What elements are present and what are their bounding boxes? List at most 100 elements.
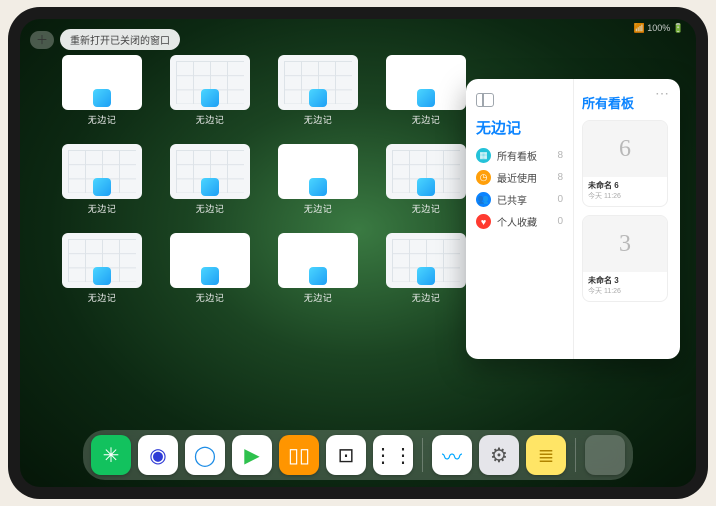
window-label: 无边记 bbox=[304, 291, 333, 304]
grid-icon: ▦ bbox=[476, 148, 491, 163]
dock-app-wechat[interactable]: ✳ bbox=[91, 435, 131, 475]
status-bar: 📶 100% 🔋 bbox=[634, 23, 684, 34]
reopen-closed-window-button[interactable]: 重新打开已关闭的窗口 bbox=[60, 29, 180, 50]
window-label: 无边记 bbox=[88, 202, 117, 215]
sidebar-item-count: 0 bbox=[557, 216, 563, 227]
sidebar-item[interactable]: ◷ 最近使用 8 bbox=[476, 170, 563, 185]
sidebar-item-count: 8 bbox=[557, 172, 563, 183]
window-thumbnail[interactable]: 无边记 bbox=[386, 233, 466, 304]
wechat-icon: ✳ bbox=[103, 443, 120, 468]
window-preview bbox=[170, 233, 250, 288]
quark-icon: ◉ bbox=[149, 443, 166, 468]
window-label: 无边记 bbox=[304, 202, 333, 215]
ai-app-icon: ⋮⋮ bbox=[373, 443, 413, 468]
window-thumbnail[interactable]: 无边记 bbox=[170, 144, 250, 215]
sidebar-item-count: 0 bbox=[557, 194, 563, 205]
freeform-icon: 〰 bbox=[442, 441, 462, 470]
board-thumbnail: 6 bbox=[583, 121, 667, 177]
people-icon: 👥 bbox=[476, 192, 491, 207]
window-preview bbox=[170, 55, 250, 110]
window-preview bbox=[278, 144, 358, 199]
window-thumbnail[interactable]: 无边记 bbox=[278, 233, 358, 304]
top-bar: ＋ 重新打开已关闭的窗口 bbox=[30, 29, 180, 50]
sidebar-item-label: 最近使用 bbox=[497, 170, 537, 185]
books-icon: ▯▯ bbox=[288, 443, 310, 468]
window-thumbnail[interactable]: 无边记 bbox=[278, 144, 358, 215]
board-name: 未命名 6 bbox=[588, 180, 662, 191]
window-thumbnail[interactable]: 无边记 bbox=[62, 233, 142, 304]
window-preview bbox=[62, 144, 142, 199]
board-card[interactable]: 3 未命名 3今天 11:26 bbox=[582, 215, 668, 302]
sidebar-item[interactable]: ▦ 所有看板 8 bbox=[476, 148, 563, 163]
window-thumbnail[interactable]: 无边记 bbox=[170, 55, 250, 126]
sidebar-item-label: 已共享 bbox=[497, 192, 527, 207]
window-preview bbox=[62, 55, 142, 110]
dock-app-dice[interactable]: ⊡ bbox=[326, 435, 366, 475]
settings-icon: ⚙ bbox=[490, 443, 508, 468]
panel-app-icon bbox=[476, 93, 494, 107]
window-preview bbox=[278, 55, 358, 110]
sidebar-item-count: 8 bbox=[557, 150, 563, 161]
board-time: 今天 11:26 bbox=[588, 286, 662, 296]
dock-app-ai-app[interactable]: ⋮⋮ bbox=[373, 435, 413, 475]
status-text: 📶 100% 🔋 bbox=[634, 23, 684, 33]
ipad-device: 📶 100% 🔋 ＋ 重新打开已关闭的窗口 无边记无边记无边记无边记无边记无边记… bbox=[8, 7, 708, 499]
panel-sidebar: 无边记 ▦ 所有看板 8 ◷ 最近使用 8 👥 已共享 0 ♥ 个人收藏 0 bbox=[466, 79, 573, 359]
window-preview bbox=[386, 233, 466, 288]
screen: 📶 100% 🔋 ＋ 重新打开已关闭的窗口 无边记无边记无边记无边记无边记无边记… bbox=[20, 19, 696, 487]
window-label: 无边记 bbox=[412, 202, 441, 215]
video-icon: ▶ bbox=[244, 443, 259, 468]
window-label: 无边记 bbox=[196, 291, 225, 304]
window-label: 无边记 bbox=[88, 113, 117, 126]
window-thumbnail[interactable]: 无边记 bbox=[278, 55, 358, 126]
dock-app-notes[interactable]: ≣ bbox=[526, 435, 566, 475]
dock-app-freeform[interactable]: 〰 bbox=[432, 435, 472, 475]
sidebar-item[interactable]: 👥 已共享 0 bbox=[476, 192, 563, 207]
dock: ✳ ◉ ◯ ▶ ▯▯ ⊡ ⋮⋮ 〰 ⚙ ≣ bbox=[83, 430, 633, 480]
heart-icon: ♥ bbox=[476, 214, 491, 229]
window-thumbnail[interactable]: 无边记 bbox=[170, 233, 250, 304]
dock-app-quark[interactable]: ◉ bbox=[138, 435, 178, 475]
window-label: 无边记 bbox=[196, 113, 225, 126]
notes-icon: ≣ bbox=[538, 443, 555, 468]
sidebar-item-label: 所有看板 bbox=[497, 148, 537, 163]
app-library-icon[interactable] bbox=[585, 435, 625, 475]
panel-title: 无边记 bbox=[476, 117, 563, 138]
dock-separator bbox=[422, 438, 423, 472]
window-preview bbox=[386, 144, 466, 199]
window-thumbnail[interactable]: 无边记 bbox=[386, 55, 466, 126]
window-thumbnail[interactable]: 无边记 bbox=[62, 144, 142, 215]
dock-app-settings[interactable]: ⚙ bbox=[479, 435, 519, 475]
freeform-panel[interactable]: 无边记 ▦所有看板8◷最近使用8👥已共享0♥个人收藏0 所有看板 6未命名 6今… bbox=[466, 79, 680, 359]
board-time: 今天 11:26 bbox=[588, 191, 662, 201]
window-preview bbox=[386, 55, 466, 110]
qqbrowser-icon: ◯ bbox=[194, 443, 216, 468]
window-label: 无边记 bbox=[412, 291, 441, 304]
window-preview bbox=[62, 233, 142, 288]
new-window-button[interactable]: ＋ bbox=[30, 31, 54, 49]
dock-app-books[interactable]: ▯▯ bbox=[279, 435, 319, 475]
clock-icon: ◷ bbox=[476, 170, 491, 185]
sidebar-item-label: 个人收藏 bbox=[497, 214, 537, 229]
board-thumbnail: 3 bbox=[583, 216, 667, 272]
dock-separator bbox=[575, 438, 576, 472]
window-thumbnail[interactable]: 无边记 bbox=[62, 55, 142, 126]
panel-content: 所有看板 6未命名 6今天 11:263未命名 3今天 11:26 bbox=[573, 79, 680, 359]
expose-stage: 无边记无边记无边记无边记无边记无边记无边记无边记无边记无边记无边记无边记 bbox=[62, 55, 446, 417]
window-preview bbox=[278, 233, 358, 288]
board-card[interactable]: 6 未命名 6今天 11:26 bbox=[582, 120, 668, 207]
panel-content-title: 所有看板 bbox=[582, 93, 672, 112]
window-label: 无边记 bbox=[304, 113, 333, 126]
dice-icon: ⊡ bbox=[338, 443, 355, 468]
window-preview bbox=[170, 144, 250, 199]
window-label: 无边记 bbox=[196, 202, 225, 215]
window-thumbnail[interactable]: 无边记 bbox=[386, 144, 466, 215]
window-label: 无边记 bbox=[88, 291, 117, 304]
dock-app-qqbrowser[interactable]: ◯ bbox=[185, 435, 225, 475]
window-label: 无边记 bbox=[412, 113, 441, 126]
plus-icon: ＋ bbox=[36, 31, 48, 48]
sidebar-item[interactable]: ♥ 个人收藏 0 bbox=[476, 214, 563, 229]
board-name: 未命名 3 bbox=[588, 275, 662, 286]
reopen-label: 重新打开已关闭的窗口 bbox=[70, 36, 170, 47]
dock-app-video[interactable]: ▶ bbox=[232, 435, 272, 475]
